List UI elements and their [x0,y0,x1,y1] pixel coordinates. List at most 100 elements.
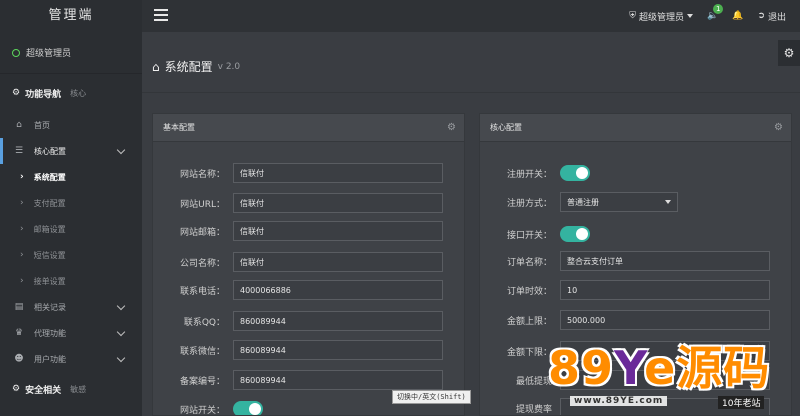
sidebar-item-label: 系统配置 [33,172,66,182]
panel-title: 核心配置 [490,123,522,132]
top-right-controls: ⛨ 超级管理员 🔈 1 🔔 ➲ 退出 [629,0,786,32]
field-qq: 联系QQ： 860089944 [153,311,443,331]
site-url-input[interactable]: 信联付 [233,193,443,213]
gear-icon: ⚙ [783,46,795,60]
field-label: 注册开关： [506,169,552,180]
icp-input[interactable]: 860089944 [233,370,443,390]
qq-input[interactable]: 860089944 [233,311,443,331]
chevron-right-icon: › [20,276,24,286]
top-bar: 管理端 ⛨ 超级管理员 🔈 1 🔔 ➲ 退出 [0,0,800,32]
field-site-switch: 网站开关： [153,401,263,416]
logout-button[interactable]: ➲ 退出 [757,10,786,23]
chevron-down-icon [116,353,126,363]
menu-toggle-button[interactable] [154,9,168,21]
phone-input[interactable]: 4000066886 [233,280,443,300]
panel-title: 基本配置 [163,123,195,132]
divider [142,92,800,93]
field-label: 网站URL： [180,199,225,210]
watermark-logo: 89Ye源码 www.89YE.com 10年老站 [548,340,800,416]
page-title: ⌂ 系统配置 v 2.0 [152,58,240,75]
ime-tooltip: 切换中/英文(Shift) [392,390,471,404]
security-header: ⚙ 安全相关 敏感 [0,372,142,406]
field-label: 联系QQ： [183,317,225,328]
field-label: 网站邮箱： [179,227,225,238]
bell-icon: 🔔 [732,11,744,21]
sidebar-item-users[interactable]: ☻ 用户功能 [0,346,142,372]
user-icon: ☻ [14,354,24,364]
online-status-icon [12,48,20,57]
logout-icon: ➲ [757,11,765,21]
home-icon: ⌂ [16,120,22,130]
home-icon: ⌂ [152,59,160,74]
nav-header: ⚙ 功能导航 核心 [0,74,142,112]
field-order-timeout: 订单时效： 10 [480,280,770,300]
caret-down-icon [687,14,693,18]
site-email-input[interactable]: 信联付 [233,221,443,241]
caret-down-icon [665,200,671,204]
sidebar-subitem-payment-config[interactable]: › 支付配置 [0,190,142,216]
gear-icon[interactable]: ⚙ [447,122,456,133]
amount-max-input[interactable]: 5000.000 [560,310,770,330]
sliders-icon: ☰ [14,146,24,156]
field-label: 联系电话： [179,286,225,297]
menu-bar-1 [154,9,168,11]
page-title-text: 系统配置 [164,60,213,74]
field-label: 金额上限： [506,316,552,327]
field-company-name: 公司名称： 信联付 [153,252,443,272]
sidebar-item-label: 接单设置 [33,276,66,286]
field-label: 联系微信： [179,346,225,357]
field-label: 网站开关： [179,405,225,416]
chevron-right-icon: › [20,172,24,182]
chevron-down-icon [116,301,126,311]
wechat-input[interactable]: 860089944 [233,340,443,360]
sidebar-item-agent[interactable]: ♛ 代理功能 [0,320,142,346]
nav-title: 功能导航 [25,89,62,100]
gear-icon: ⚙ [12,384,21,394]
field-register-switch: 注册开关： [480,165,590,181]
register-mode-select[interactable]: 普通注册 [560,192,678,212]
order-timeout-input[interactable]: 10 [560,280,770,300]
sidebar-subitem-email-settings[interactable]: › 邮箱设置 [0,216,142,242]
field-site-email: 网站邮箱： 信联付 [153,221,443,241]
sidebar-item-label: 用户功能 [34,354,66,364]
api-switch-toggle[interactable] [560,226,590,242]
register-mode-value: 普通注册 [567,197,599,207]
book-icon: ▤ [14,302,24,312]
field-site-url: 网站URL： 信联付 [153,193,443,213]
field-label: 公司名称： [179,258,225,269]
gear-icon[interactable]: ⚙ [774,122,783,133]
order-name-input[interactable]: 整合云支付订单 [560,251,770,271]
chevron-down-icon [116,327,126,337]
field-site-name: 网站名称： 信联付 [153,163,443,183]
chevron-down-icon [116,145,126,155]
sidebar-item-label: 核心配置 [34,146,66,156]
sidebar-subitem-order-settings[interactable]: › 接单设置 [0,268,142,294]
panel-header: 核心配置 ⚙ [480,114,791,142]
chevron-right-icon: › [20,224,24,234]
field-label: 备案编号： [179,376,225,387]
theme-settings-button[interactable]: ⚙ [778,40,800,66]
field-wechat: 联系微信： 860089944 [153,340,443,360]
menu-bar-2 [154,14,168,16]
sidebar-subitem-system-config[interactable]: › 系统配置 [0,164,142,190]
field-order-name: 订单名称： 整合云支付订单 [480,251,770,271]
watermark-part: 89 [548,341,615,395]
watermark-part: e源码 [644,341,771,395]
sound-button[interactable]: 🔈 1 [707,4,724,21]
panel-header: 基本配置 ⚙ [153,114,464,142]
register-switch-toggle[interactable] [560,165,590,181]
basic-config-panel: 基本配置 ⚙ 网站名称： 信联付 网站URL： 信联付 网站邮箱： 信联付 公司… [152,113,465,416]
site-switch-toggle[interactable] [233,401,263,415]
sidebar-item-core-config[interactable]: ☰ 核心配置 [0,138,142,164]
admin-dropdown[interactable]: ⛨ 超级管理员 [629,10,693,23]
user-status: 超级管理员 [0,32,142,74]
field-label: 订单时效： [506,286,552,297]
sidebar-subitem-sms-settings[interactable]: › 短信设置 [0,242,142,268]
sidebar-item-home[interactable]: ⌂ 首页 [0,112,142,138]
nav-subtitle: 核心 [70,88,87,98]
bell-button[interactable]: 🔔 [732,11,743,21]
site-name-input[interactable]: 信联付 [233,163,443,183]
admin-label: 超级管理员 [638,12,684,23]
company-name-input[interactable]: 信联付 [233,252,443,272]
sidebar-item-records[interactable]: ▤ 相关记录 [0,294,142,320]
